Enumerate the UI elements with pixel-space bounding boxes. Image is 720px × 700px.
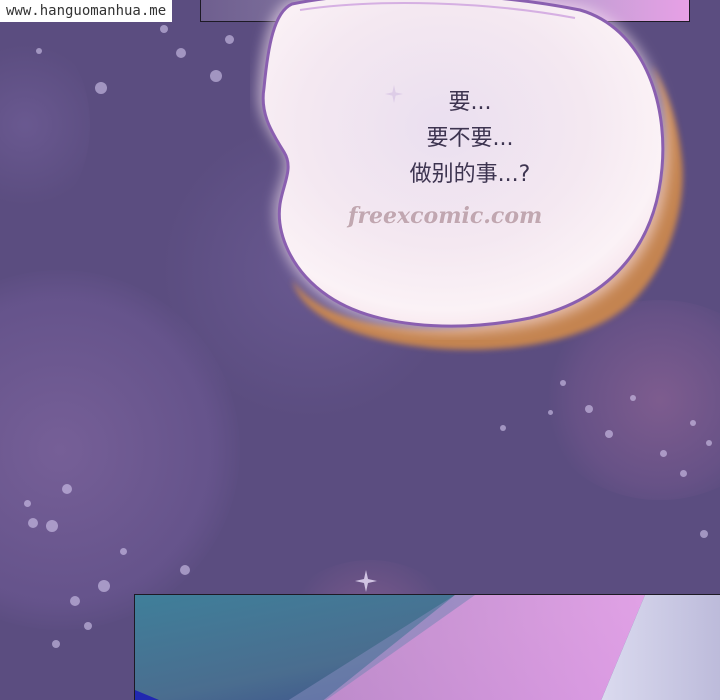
sparkle-dot	[52, 640, 60, 648]
sparkle-dot	[70, 596, 80, 606]
sparkle-dot	[548, 410, 553, 415]
sparkle-star-icon	[385, 85, 403, 103]
sparkle-dot	[84, 622, 92, 630]
sparkle-dot	[98, 580, 110, 592]
speech-line-2: 要不要...	[426, 126, 514, 151]
sparkle-dot	[176, 48, 186, 58]
sparkle-dot	[560, 380, 566, 386]
speech-line-3: 做别的事...?	[409, 162, 531, 187]
sparkle-dot	[46, 520, 58, 532]
sparkle-dot	[180, 565, 190, 575]
sparkle-dot	[680, 470, 687, 477]
sparkle-dot	[95, 82, 107, 94]
sparkle-dot	[120, 548, 127, 555]
site-watermark: freexcomic.com	[348, 203, 543, 229]
sparkle-dot	[585, 405, 593, 413]
sparkle-dot	[24, 500, 31, 507]
sparkle-dot	[28, 518, 38, 528]
sparkle-dot	[700, 530, 708, 538]
sparkle-dot	[706, 440, 712, 446]
comic-panel-scene: www.hanguomanhua.me 要... 要不要... 做别的事...?…	[0, 0, 720, 700]
bottom-panel-art	[134, 594, 720, 700]
sparkle-dot	[225, 35, 234, 44]
sparkle-dot	[62, 484, 72, 494]
bokeh-circle-topleft	[0, 30, 90, 220]
sparkle-dot	[605, 430, 613, 438]
sparkle-dot	[630, 395, 636, 401]
sparkle-star-icon	[355, 570, 377, 592]
sparkle-dot	[160, 25, 168, 33]
sparkle-dot	[36, 48, 42, 54]
sparkle-dot	[500, 425, 506, 431]
sparkle-dot	[690, 420, 696, 426]
sparkle-dot	[660, 450, 667, 457]
watermark-url: www.hanguomanhua.me	[0, 0, 173, 22]
speech-bubble-text: 要... 要不要... 做别的事...?	[380, 85, 560, 193]
sparkle-dot	[210, 70, 222, 82]
speech-line-1: 要...	[448, 90, 492, 115]
